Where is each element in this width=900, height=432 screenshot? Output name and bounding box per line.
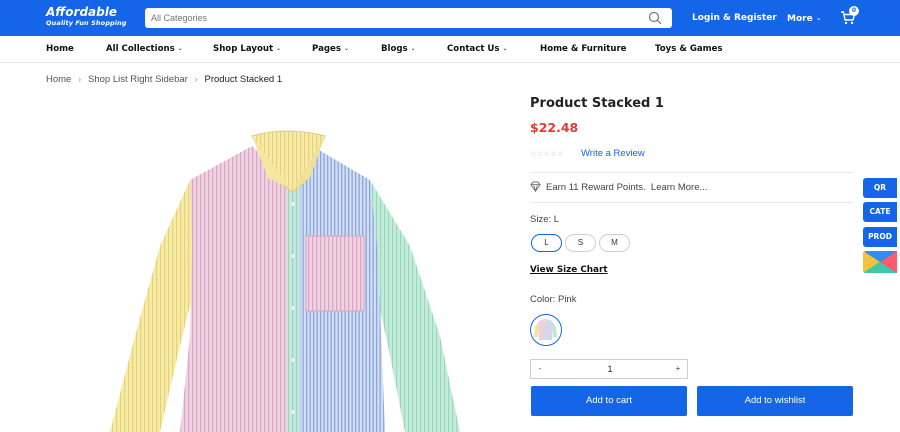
nav-label: Blogs [381, 44, 408, 54]
nav-contact-us[interactable]: Contact Us ⌄ [447, 43, 508, 55]
product-title: Product Stacked 1 [530, 96, 664, 111]
qr-button[interactable]: QR [863, 178, 897, 198]
nav-shop-layout[interactable]: Shop Layout ⌄ [213, 43, 281, 55]
breadcrumb-current: Product Stacked 1 [204, 74, 283, 85]
chevron-right-icon: › [78, 75, 82, 84]
reward-points-text: Earn 11 Reward Points. [546, 182, 646, 193]
rating-stars[interactable]: ☆☆☆☆☆ [530, 149, 564, 159]
diamond-icon [530, 181, 541, 192]
main-nav: Home All Collections ⌄ Shop Layout ⌄ Pages… [0, 36, 900, 63]
color-label: Color: Pink [530, 294, 577, 305]
nav-label: All Collections [106, 44, 175, 54]
chevron-down-icon: ⌄ [502, 45, 508, 52]
nav-toys-games[interactable]: Toys & Games [655, 43, 723, 55]
search-bar [145, 8, 672, 28]
nav-home[interactable]: Home [46, 43, 74, 55]
colorful-logo-graphic [863, 251, 897, 273]
nav-label: Home & Furniture [540, 44, 627, 54]
logo-tagline: Quality Fun Shopping [46, 19, 127, 27]
chevron-down-icon: ⌄ [276, 45, 282, 52]
top-header: Affordable Quality Fun Shopping Login & … [0, 0, 900, 36]
nav-label: Pages [312, 44, 341, 54]
chevron-down-icon: ⌄ [815, 14, 822, 22]
cart-count-badge: 0 [849, 6, 859, 16]
size-option-m[interactable]: M [599, 234, 630, 252]
reward-points-info: Earn 11 Reward Points. Learn More... [530, 181, 707, 194]
chevron-down-icon: ⌄ [410, 45, 416, 52]
nav-label: Toys & Games [655, 44, 723, 54]
app-logo-icon[interactable] [863, 251, 897, 273]
nav-all-collections[interactable]: All Collections ⌄ [106, 43, 183, 55]
nav-home-furniture[interactable]: Home & Furniture [540, 43, 627, 55]
add-to-cart-button[interactable]: Add to cart [531, 386, 687, 416]
size-label: Size: L [530, 214, 560, 225]
more-label: More [787, 14, 813, 24]
breadcrumb-home[interactable]: Home [46, 74, 71, 85]
divider [530, 202, 853, 203]
qty-decrease-button[interactable]: - [531, 360, 549, 378]
search-icon[interactable] [648, 11, 662, 25]
category-button[interactable]: CATE [863, 202, 897, 222]
nav-pages[interactable]: Pages ⌄ [312, 43, 349, 55]
nav-blogs[interactable]: Blogs ⌄ [381, 43, 416, 55]
learn-more-link[interactable]: Learn More... [651, 182, 708, 193]
chevron-down-icon: ⌄ [343, 45, 349, 52]
nav-label: Contact Us [447, 44, 500, 54]
size-option-l[interactable]: L [531, 234, 562, 252]
nav-label: Shop Layout [213, 44, 274, 54]
swatch-shirt-thumbnail [534, 319, 557, 340]
product-image[interactable] [40, 96, 510, 432]
quantity-input[interactable] [551, 360, 669, 378]
shirt-image [110, 130, 460, 432]
qty-increase-button[interactable]: + [669, 360, 687, 378]
write-review-link[interactable]: Write a Review [581, 148, 645, 160]
breadcrumb: Home › Shop List Right Sidebar › Product Sta… [46, 73, 282, 87]
logo-title: Affordable [46, 5, 117, 19]
size-option-s[interactable]: S [565, 234, 596, 252]
search-input[interactable] [145, 8, 635, 28]
nav-label: Home [46, 44, 74, 54]
login-register-link[interactable]: Login & Register [692, 12, 777, 24]
more-menu[interactable]: More ⌄ [787, 12, 822, 25]
view-size-chart-link[interactable]: View Size Chart [530, 264, 608, 276]
product-price: $22.48 [530, 120, 579, 135]
add-to-wishlist-button[interactable]: Add to wishlist [697, 386, 853, 416]
chevron-down-icon: ⌄ [177, 45, 183, 52]
quantity-stepper: - + [530, 359, 688, 379]
site-logo[interactable]: Affordable Quality Fun Shopping [46, 5, 127, 28]
product-button[interactable]: PROD [863, 227, 897, 247]
divider [530, 172, 853, 173]
color-swatch-pink[interactable] [530, 314, 562, 346]
breadcrumb-parent[interactable]: Shop List Right Sidebar [88, 74, 188, 85]
chevron-right-icon: › [194, 75, 198, 84]
